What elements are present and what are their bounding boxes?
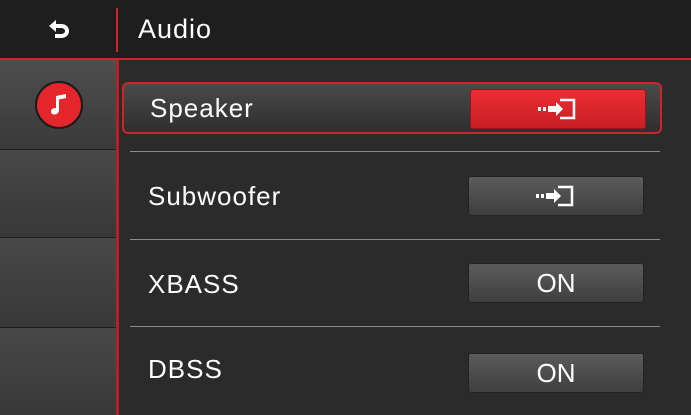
row-divider <box>130 239 660 240</box>
setting-row-xbass[interactable]: XBASS ON <box>122 258 662 310</box>
subwoofer-select-button[interactable] <box>468 176 644 216</box>
header-divider <box>116 8 118 52</box>
xbass-toggle-button[interactable]: ON <box>468 263 644 303</box>
page-title: Audio <box>138 13 213 44</box>
setting-row-dbss[interactable]: DBSS ON <box>122 343 662 395</box>
input-arrow-icon <box>536 185 574 207</box>
setting-row-subwoofer[interactable]: Subwoofer <box>122 170 662 222</box>
row-divider <box>130 326 660 327</box>
setting-label: DBSS <box>148 353 223 384</box>
setting-label: Speaker <box>150 92 254 123</box>
sidebar-item-3[interactable] <box>0 238 116 328</box>
setting-row-speaker[interactable]: Speaker <box>122 82 662 134</box>
row-divider <box>130 151 660 152</box>
music-note-badge <box>35 81 83 129</box>
music-note-icon <box>51 94 66 115</box>
sidebar-divider <box>116 60 119 415</box>
sidebar-item-2[interactable] <box>0 150 116 238</box>
top-bar: Audio <box>0 0 691 60</box>
sidebar <box>0 60 116 415</box>
sidebar-item-4[interactable] <box>0 328 116 415</box>
input-arrow-icon <box>538 98 576 120</box>
back-arrow-icon <box>49 20 69 38</box>
speaker-select-button[interactable] <box>470 89 646 129</box>
setting-label: Subwoofer <box>148 180 282 211</box>
setting-label: XBASS <box>148 268 240 299</box>
sidebar-item-audio[interactable] <box>0 60 116 150</box>
dbss-toggle-button[interactable]: ON <box>468 353 644 393</box>
back-button[interactable] <box>0 0 116 58</box>
